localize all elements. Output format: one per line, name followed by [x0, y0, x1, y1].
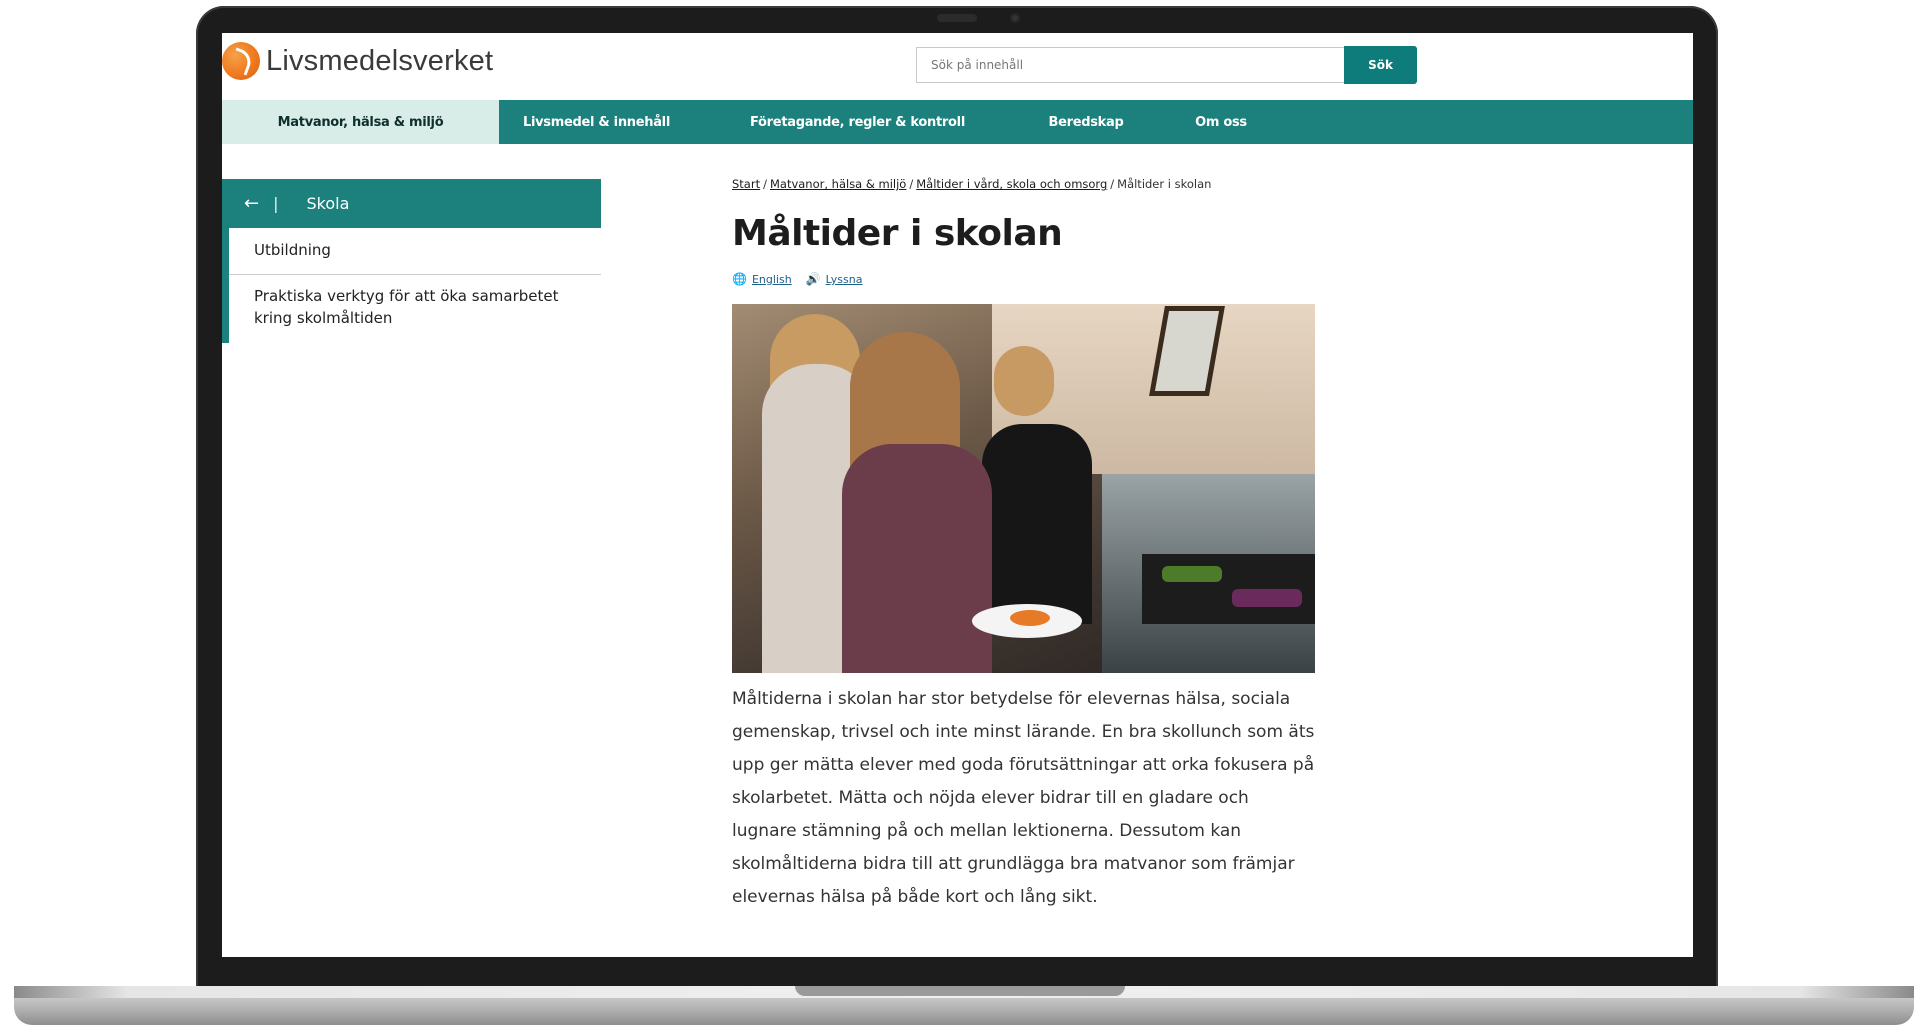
page-title: Måltider i skolan	[732, 213, 1063, 254]
breadcrumb-matvanor[interactable]: Matvanor, hälsa & miljö	[770, 177, 906, 191]
livsmedelsverket-logo-icon	[222, 42, 260, 80]
nav-item-beredskap[interactable]: Beredskap	[1021, 100, 1151, 144]
sidebar: ← | Skola Utbildning Praktiska verktyg f…	[222, 179, 601, 344]
browser-screen: Livsmedelsverket Sök Matvanor, hälsa & m…	[222, 33, 1693, 957]
breadcrumb: Start / Matvanor, hälsa & miljö / Måltider i…	[732, 177, 1322, 191]
intro-paragraph: Måltiderna i skolan har stor betydelse f…	[732, 689, 1315, 907]
search-button[interactable]: Sök	[1344, 46, 1417, 84]
nav-item-foretagande[interactable]: Företagande, regler & kontroll	[694, 100, 1021, 144]
laptop-camera	[937, 14, 977, 22]
arrow-left-icon: ←	[244, 193, 260, 214]
nav-item-livsmedel[interactable]: Livsmedel & innehåll	[499, 100, 694, 144]
english-link-label: English	[751, 273, 792, 286]
main-nav: Matvanor, hälsa & miljö Livsmedel & inne…	[222, 100, 1693, 144]
sidebar-back-link[interactable]: ← | Skola	[222, 179, 601, 228]
breadcrumb-separator: /	[763, 177, 767, 191]
breadcrumb-separator: /	[1110, 177, 1115, 191]
nav-item-matvanor[interactable]: Matvanor, hälsa & miljö	[222, 100, 499, 144]
main-content: Start / Matvanor, hälsa & miljö / Måltider i…	[732, 143, 1322, 931]
listen-link-label: Lyssna	[825, 273, 863, 286]
breadcrumb-separator: /	[909, 177, 914, 191]
sidebar-item-utbildning[interactable]: Utbildning	[229, 228, 601, 275]
sidebar-title: Skola	[306, 194, 350, 213]
sidebar-list: Utbildning Praktiska verktyg för att öka…	[222, 228, 601, 344]
sidebar-item-praktiska-verktyg[interactable]: Praktiska verktyg för att öka samarbetet…	[229, 275, 601, 344]
nav-item-om-oss[interactable]: Om oss	[1151, 100, 1291, 144]
logo-text: Livsmedelsverket	[266, 44, 494, 77]
laptop-camera-dot	[1010, 13, 1020, 23]
search-input[interactable]	[916, 47, 1344, 83]
hero-image-children-lunch	[732, 304, 1315, 673]
english-link[interactable]: 🌐 English	[732, 272, 792, 286]
globe-icon: 🌐	[732, 272, 747, 286]
breadcrumb-start[interactable]: Start	[732, 177, 760, 191]
breadcrumb-maltider-vard[interactable]: Måltider i vård, skola och omsorg	[916, 177, 1107, 191]
search-bar: Sök	[916, 46, 1417, 84]
site-logo[interactable]: Livsmedelsverket	[222, 41, 493, 81]
breadcrumb-current: Måltider i skolan	[1117, 177, 1212, 191]
sidebar-divider: |	[273, 194, 279, 213]
listen-link[interactable]: 🔊 Lyssna	[806, 272, 863, 286]
page-tools: 🌐 English 🔊 Lyssna	[732, 272, 1322, 286]
laptop-base-notch	[795, 986, 1125, 996]
speaker-icon: 🔊	[805, 272, 821, 286]
